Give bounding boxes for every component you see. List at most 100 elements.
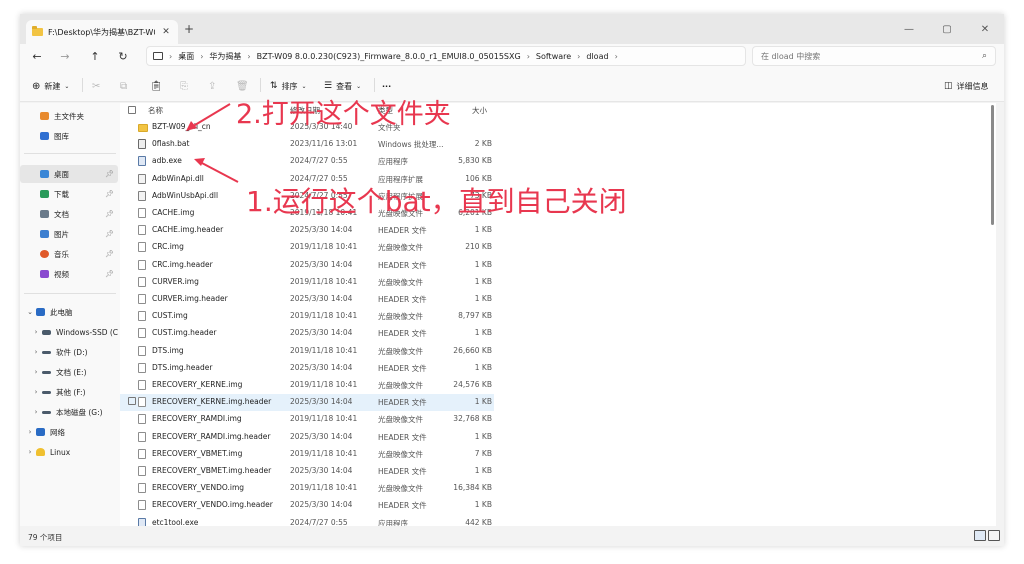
sidebar-item-label: 视频 xyxy=(54,269,69,279)
file-row[interactable]: ERECOVERY_VBMET.img 2019/11/18 10:41 光盘映像文… xyxy=(120,446,996,463)
rename-button[interactable]: ⎘ xyxy=(180,78,188,94)
copy-button[interactable]: ⧉ xyxy=(120,78,127,94)
file-row[interactable]: CRC.img 2019/11/18 10:41 光盘映像文件 210 KB xyxy=(120,239,996,256)
refresh-button[interactable]: ↻ xyxy=(114,48,132,64)
sidebar-item-pictures[interactable]: 图片 📌︎ xyxy=(20,225,118,243)
file-row[interactable]: ERECOVERY_RAMDI.img 2019/11/18 10:41 光盘映像文… xyxy=(120,411,996,428)
file-row[interactable]: CACHE.img.header 2025/3/30 14:04 HEADER 文件… xyxy=(120,222,996,239)
drive-icon xyxy=(42,390,51,394)
sidebar-item-desktop[interactable]: 桌面 📌︎ xyxy=(20,165,118,183)
breadcrumb-software[interactable]: Software xyxy=(536,52,571,61)
sidebar-item-home[interactable]: 主文件夹 xyxy=(20,107,118,125)
file-row[interactable]: ERECOVERY_KERNE.img.header 2025/3/30 14:0… xyxy=(120,394,494,412)
column-header-name[interactable]: 名称 xyxy=(148,105,163,116)
file-row[interactable]: ERECOVERY_RAMDI.img.header 2025/3/30 14:0… xyxy=(120,429,996,446)
network-icon xyxy=(36,428,45,436)
new-tab-button[interactable]: + xyxy=(180,22,198,36)
pin-icon: 📌︎ xyxy=(105,190,114,198)
sidebar-item-label: 文档 xyxy=(54,209,69,219)
file-row[interactable]: ERECOVERY_KERNE.img 2019/11/18 10:41 光盘映像文… xyxy=(120,377,996,394)
sidebar-item-this-pc[interactable]: ⌄ 此电脑 xyxy=(20,303,118,321)
file-date: 2025/3/30 14:04 xyxy=(290,328,353,338)
select-all-checkbox[interactable] xyxy=(128,106,136,114)
command-bar: ⊕ 新建 ⌄ ✂ ⧉ 📋︎ ⎘ ⇪ 🗑︎ ⇅ 排序 ⌄ ☰ 查看 ⌄ ··· ◫… xyxy=(20,68,1004,102)
maximize-button[interactable]: ▢ xyxy=(928,14,966,44)
chevron-right-icon: › xyxy=(169,51,173,61)
back-button[interactable]: ← xyxy=(28,48,46,64)
file-row[interactable]: CUST.img 2019/11/18 10:41 光盘映像文件 8,797 KB xyxy=(120,308,996,325)
file-name: DTS.img.header xyxy=(152,362,213,372)
sidebar-item-drive-f[interactable]: › 其他 (F:) xyxy=(20,383,118,401)
computer-icon xyxy=(153,52,163,60)
breadcrumb-desktop[interactable]: 桌面 xyxy=(178,51,194,62)
file-row[interactable]: ERECOVERY_VBMET.img.header 2025/3/30 14:0… xyxy=(120,463,996,480)
file-name: ERECOVERY_RAMDI.img.header xyxy=(152,431,271,441)
chevron-right-icon: › xyxy=(614,51,618,61)
file-row[interactable]: CUST.img.header 2025/3/30 14:04 HEADER 文件 1… xyxy=(120,325,996,342)
file-row[interactable]: CURVER.img 2019/11/18 10:41 光盘映像文件 1 KB xyxy=(120,274,996,291)
details-label: 详细信息 xyxy=(956,81,989,91)
details-view-button[interactable] xyxy=(974,530,986,541)
sidebar-item-drive-c[interactable]: › Windows-SSD (C xyxy=(20,323,118,341)
file-row[interactable]: adb.exe 2024/7/27 0:55 应用程序 5,830 KB xyxy=(120,153,996,170)
new-label: 新建 xyxy=(44,81,61,91)
up-button[interactable]: ↑ xyxy=(86,48,104,64)
file-row[interactable]: ERECOVERY_VENDO.img 2019/11/18 10:41 光盘映像文… xyxy=(120,480,996,497)
file-name: ERECOVERY_KERNE.img.header xyxy=(152,397,272,407)
sidebar-item-downloads[interactable]: 下载 📌︎ xyxy=(20,185,118,203)
sidebar-item-network[interactable]: › 网络 xyxy=(20,423,118,441)
row-checkbox[interactable] xyxy=(128,397,136,406)
file-row[interactable]: 0flash.bat 2023/11/16 13:01 Windows 批处理...… xyxy=(120,136,996,153)
file-type: HEADER 文件 xyxy=(378,501,427,511)
sidebar-item-music[interactable]: 音乐 📌︎ xyxy=(20,245,118,263)
file-size: 24,576 KB xyxy=(453,380,492,389)
file-row[interactable]: etc1tool.exe 2024/7/27 0:55 应用程序 442 KB xyxy=(120,515,996,526)
file-row[interactable]: ERECOVERY_VENDO.img.header 2025/3/30 14:0… xyxy=(120,497,996,514)
breadcrumb-firmware[interactable]: BZT-W09 8.0.0.230(C923)_Firmware_8.0.0_r… xyxy=(257,52,521,61)
close-button[interactable]: ✕ xyxy=(966,14,1004,44)
sidebar-item-gallery[interactable]: 图库 xyxy=(20,127,118,145)
details-button[interactable]: ◫ 详细信息 xyxy=(944,78,989,94)
search-input[interactable] xyxy=(761,51,982,61)
sidebar-item-label: 主文件夹 xyxy=(54,111,84,121)
copy-icon: ⧉ xyxy=(120,80,128,92)
column-header-size[interactable]: 大小 xyxy=(472,105,487,116)
cut-button[interactable]: ✂ xyxy=(92,78,100,94)
search-box[interactable]: ⌕ xyxy=(752,46,996,66)
file-row[interactable]: CRC.img.header 2025/3/30 14:04 HEADER 文件 1 … xyxy=(120,257,996,274)
file-name: ERECOVERY_VBMET.img xyxy=(152,448,243,458)
computer-icon xyxy=(36,308,45,316)
file-row[interactable]: DTS.img.header 2025/3/30 14:04 HEADER 文件 1 … xyxy=(120,360,996,377)
sidebar-item-drive-g[interactable]: › 本地磁盘 (G:) xyxy=(20,403,118,421)
paste-button[interactable]: 📋︎ xyxy=(150,78,163,94)
sidebar-item-videos[interactable]: 视频 📌︎ xyxy=(20,265,118,283)
forward-button[interactable]: → xyxy=(56,48,74,64)
file-name: AdbWinApi.dll xyxy=(152,173,204,183)
file-size: 1 KB xyxy=(474,294,492,303)
file-size: 1 KB xyxy=(474,431,492,441)
new-button[interactable]: ⊕ 新建 ⌄ xyxy=(32,78,69,94)
tiles-view-button[interactable] xyxy=(988,530,1000,541)
breadcrumb-dload[interactable]: dload xyxy=(586,52,608,61)
file-date: 2019/11/18 10:41 xyxy=(290,276,358,286)
window-tab[interactable]: F:\Desktop\华为揭基\BZT-W09 ✕ xyxy=(26,20,178,44)
sidebar-item-drive-e[interactable]: › 文档 (E:) xyxy=(20,363,118,381)
chevron-right-icon: › xyxy=(28,428,32,436)
sidebar-item-drive-d[interactable]: › 软件 (D:) xyxy=(20,343,118,361)
pictures-icon xyxy=(40,230,49,238)
sidebar-item-linux[interactable]: › Linux xyxy=(20,443,118,461)
vertical-scrollbar[interactable] xyxy=(991,105,994,225)
file-name: CUST.img xyxy=(152,311,188,321)
tab-close-icon[interactable]: ✕ xyxy=(160,27,172,37)
breadcrumb-huawei[interactable]: 华为揭基 xyxy=(209,51,241,62)
file-file-icon xyxy=(138,276,146,287)
file-type: HEADER 文件 xyxy=(378,398,427,408)
sidebar-item-documents[interactable]: 文档 📌︎ xyxy=(20,205,118,223)
minimize-button[interactable]: — xyxy=(890,14,928,44)
file-row[interactable]: DTS.img 2019/11/18 10:41 光盘映像文件 26,660 KB xyxy=(120,343,996,360)
share-button[interactable]: ⇪ xyxy=(208,78,216,94)
file-row[interactable]: CURVER.img.header 2025/3/30 14:04 HEADER 文… xyxy=(120,291,996,308)
sidebar-item-label: 此电脑 xyxy=(50,307,73,317)
file-name: ERECOVERY_RAMDI.img xyxy=(152,414,242,424)
address-bar[interactable]: › 桌面 › 华为揭基 › BZT-W09 8.0.0.230(C923)_Fi… xyxy=(146,46,746,66)
